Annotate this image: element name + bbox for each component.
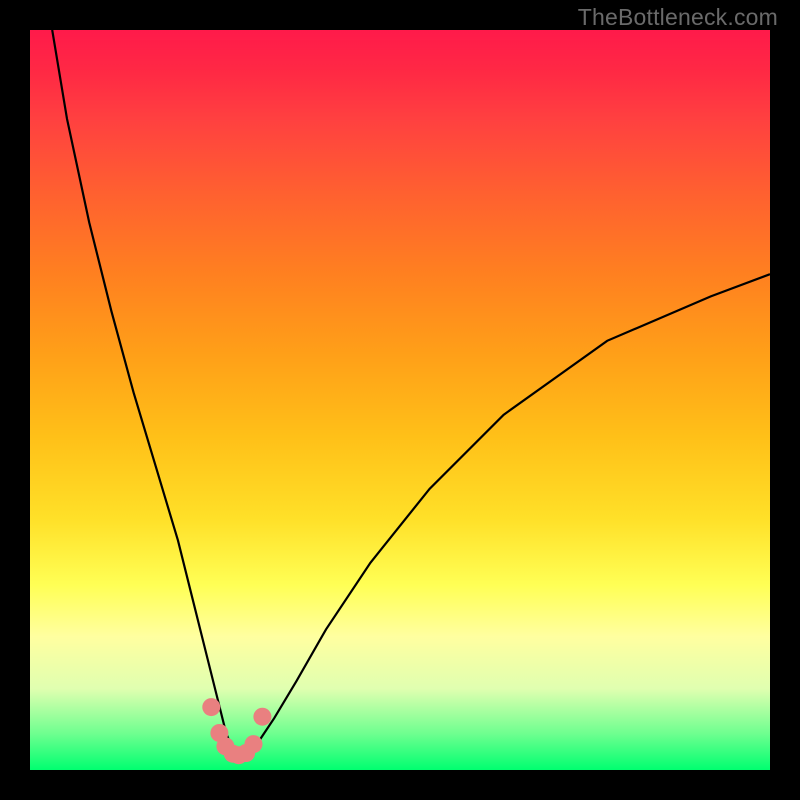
- watermark-text: TheBottleneck.com: [578, 4, 778, 31]
- curve-path: [52, 30, 770, 755]
- chart-frame: TheBottleneck.com: [0, 0, 800, 800]
- marker-dot: [202, 698, 220, 716]
- marker-dot: [245, 735, 263, 753]
- bottleneck-curve: [30, 30, 770, 770]
- curve-markers: [202, 698, 271, 764]
- marker-dot: [253, 708, 271, 726]
- plot-area: [30, 30, 770, 770]
